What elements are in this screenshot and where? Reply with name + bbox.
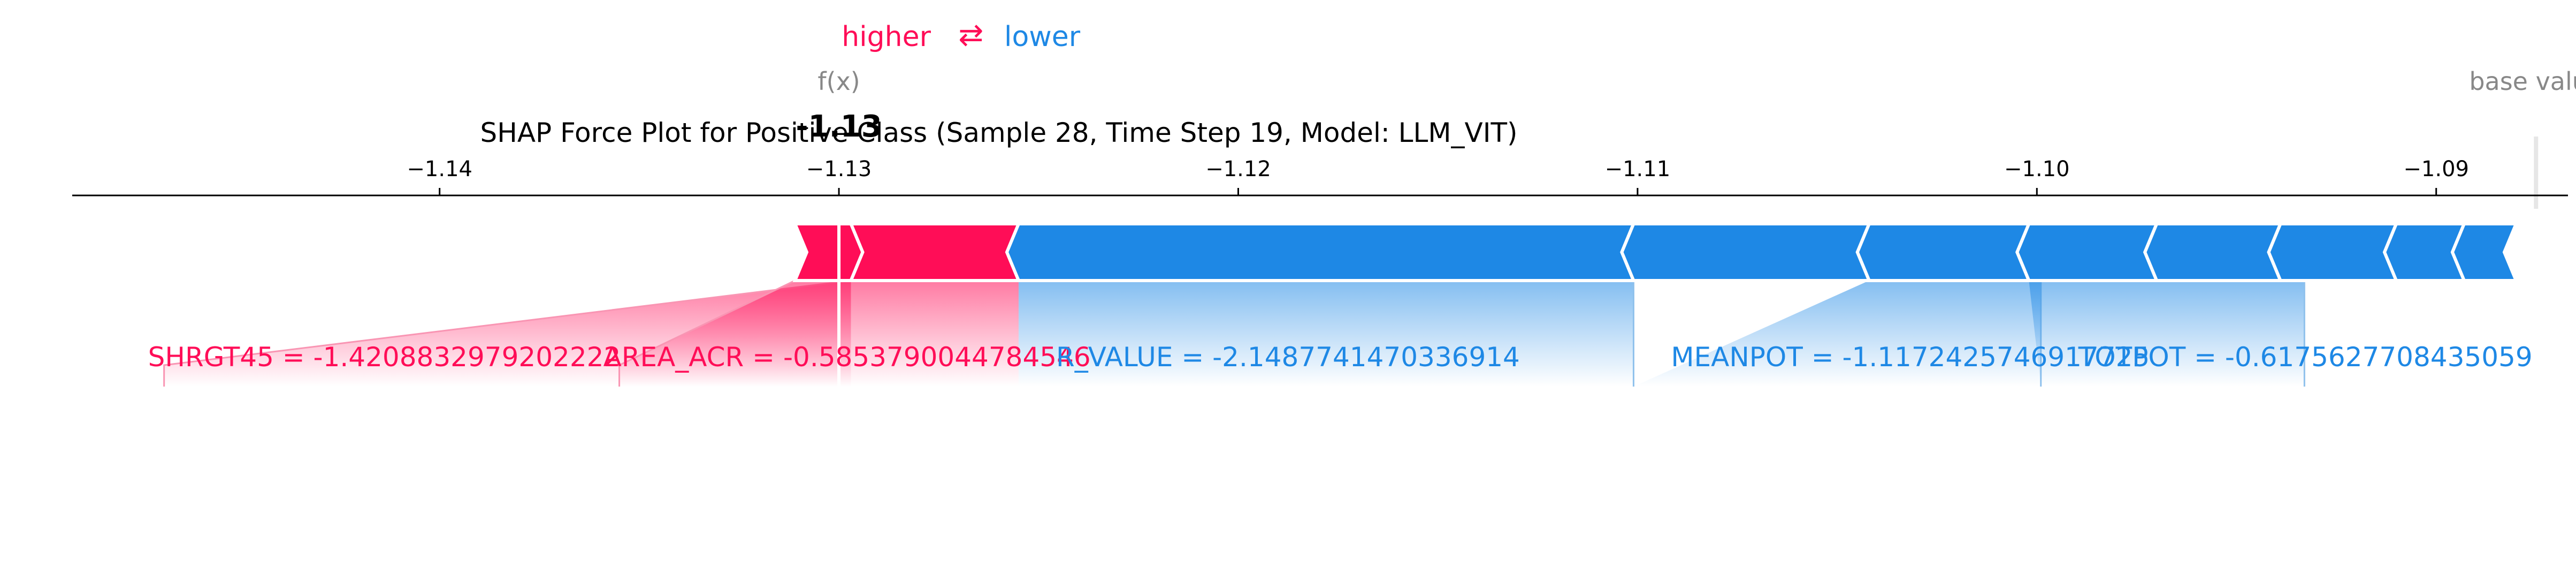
feature-labels: SHRGT45 = -1.4208832979202222AREA_ACR = … xyxy=(148,342,2533,373)
x-tick-label: −1.11 xyxy=(1605,157,1671,182)
legend-arrow-icon: ⇄ xyxy=(959,18,984,52)
feature-label: R_VALUE = -2.1487741470336914 xyxy=(1056,342,1520,373)
legend-lower: lower xyxy=(1004,21,1081,53)
legend: higher ⇄ lower xyxy=(842,18,1081,53)
negative-force-segment xyxy=(1620,222,1872,282)
x-tick-label: −1.12 xyxy=(1205,157,1271,182)
x-tick-label: −1.10 xyxy=(2004,157,2070,182)
fx-label: f(x) xyxy=(817,67,860,96)
positive-force-segment xyxy=(792,222,865,282)
negative-force-segment xyxy=(2143,222,2283,282)
feature-label: SHRGT45 = -1.4208832979202222 xyxy=(148,342,621,373)
fx-value-label: -1.13 xyxy=(796,109,882,144)
base-value-label: base value xyxy=(2469,67,2576,96)
negative-force-segment xyxy=(2015,222,2159,282)
force-bars xyxy=(792,222,2519,282)
negative-force-segment xyxy=(2267,222,2399,282)
negative-force-segment xyxy=(1855,222,2031,282)
feature-label: AREA_ACR = -0.5853790044784546 xyxy=(603,342,1091,373)
negative-force-segment xyxy=(2450,222,2519,282)
positive-force-segment xyxy=(848,222,1033,282)
x-tick-label: −1.09 xyxy=(2403,157,2469,182)
x-tick-label: −1.13 xyxy=(806,157,872,182)
negative-force-segment xyxy=(1005,222,1636,282)
chart-title: SHAP Force Plot for Positive Class (Samp… xyxy=(480,117,1517,148)
legend-higher: higher xyxy=(842,21,931,53)
shap-force-plot: higher ⇄ lower −1.14 −1.13 −1.12 −1.11 −1.10… xyxy=(72,18,2576,387)
x-tick-label: −1.14 xyxy=(407,157,472,182)
feature-label: TOTPOT = -0.6175627708435059 xyxy=(2078,342,2533,373)
x-axis: −1.14 −1.13 −1.12 −1.11 −1.10 −1.09 xyxy=(72,157,2568,196)
